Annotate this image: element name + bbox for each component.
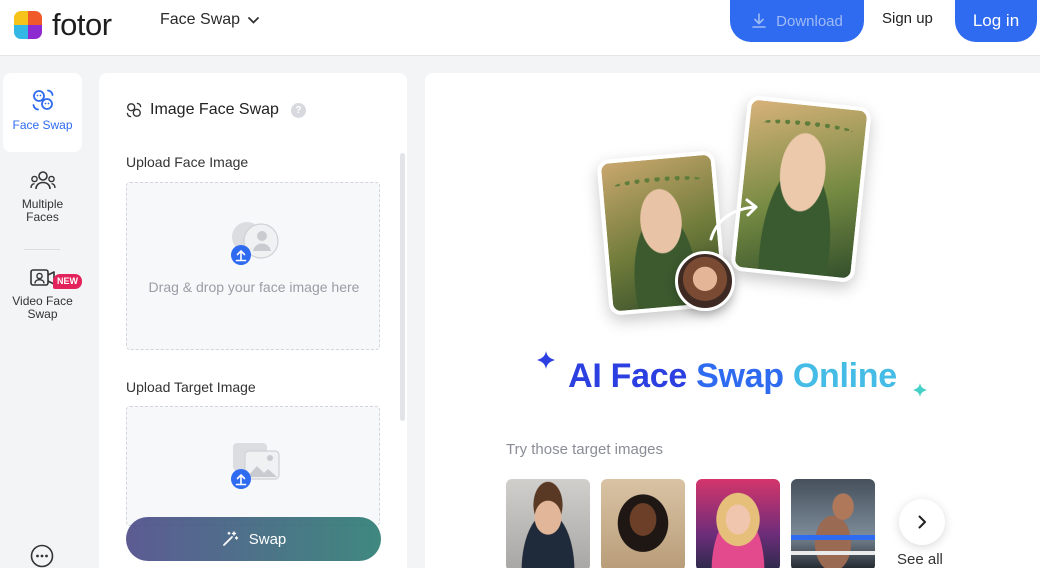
image-upload-icon <box>231 443 280 489</box>
try-targets-label: Try those target images <box>506 441 664 458</box>
rail-item-face-swap[interactable]: Face Swap <box>3 73 82 152</box>
download-button[interactable]: Download <box>730 0 864 42</box>
next-thumbnails-button[interactable] <box>899 499 945 545</box>
download-icon <box>752 13 766 28</box>
swap-button[interactable]: Swap <box>126 517 381 561</box>
logo-text: fotor <box>52 7 112 42</box>
tool-menu-dropdown[interactable]: Face Swap <box>160 10 259 30</box>
target-image-dropzone[interactable] <box>126 406 380 526</box>
rail-label-multiple-faces: Multiple Faces <box>21 197 64 224</box>
top-bar: fotor Face Swap Download Sign up Log in <box>0 0 1040 56</box>
swap-label: Swap <box>248 530 287 548</box>
download-label: Download <box>776 12 843 30</box>
rail-label-video-face-swap: Video Face Swap <box>12 294 73 321</box>
target-thumbnail-3[interactable] <box>696 479 780 568</box>
rail-label-face-swap: Face Swap <box>12 118 73 132</box>
target-thumbnail-2[interactable] <box>601 479 685 568</box>
new-badge: NEW <box>53 274 82 289</box>
main-showcase: AI Face Swap Online Try those target ima… <box>425 73 1040 568</box>
upload-face-label: Upload Face Image <box>126 154 249 170</box>
panel-title-text: Image Face Swap <box>150 101 279 118</box>
panel-title: Image Face Swap ? <box>125 101 306 119</box>
see-all-link[interactable]: See all <box>897 551 943 568</box>
face-dropzone-hint: Drag & drop your face image here <box>148 279 360 295</box>
signup-button[interactable]: Sign up <box>882 10 933 27</box>
arrow-icon <box>709 198 758 241</box>
result-photo <box>730 95 872 283</box>
face-image-dropzone[interactable]: Drag & drop your face image here <box>126 182 380 350</box>
chevron-down-icon <box>248 16 259 24</box>
fotor-logo-icon <box>14 11 42 39</box>
upload-target-label: Upload Target Image <box>126 379 256 395</box>
panel-scrollbar[interactable] <box>400 153 405 421</box>
target-thumbnail-1[interactable] <box>506 479 590 568</box>
headline-part-1: AI Face <box>568 357 697 395</box>
login-button[interactable]: Log in <box>955 0 1037 42</box>
face-swap-icon <box>32 89 53 111</box>
magic-wand-icon <box>222 531 238 546</box>
page-headline: AI Face Swap Online <box>425 357 1040 396</box>
fotor-logo[interactable]: fotor <box>14 7 112 43</box>
rail-item-multiple-faces[interactable]: Multiple Faces <box>3 170 82 234</box>
chevron-right-icon <box>918 515 926 529</box>
source-face-avatar <box>675 251 735 311</box>
headline-part-2: Swap <box>696 357 793 395</box>
rail-divider <box>24 249 60 250</box>
hero-illustration <box>596 95 879 316</box>
target-thumbnails <box>506 479 875 568</box>
tool-rail: Face Swap Multiple Faces NEW Video Face … <box>0 57 84 568</box>
help-icon[interactable]: ? <box>290 102 306 118</box>
face-swap-icon <box>126 102 142 118</box>
target-thumbnail-4[interactable] <box>791 479 875 568</box>
more-icon[interactable] <box>30 544 54 568</box>
multiple-faces-icon <box>29 171 56 190</box>
tool-menu-label: Face Swap <box>160 11 241 28</box>
headline-part-3: Online <box>792 357 897 395</box>
face-swap-panel: Image Face Swap ? Upload Face Image Drag… <box>99 73 407 568</box>
sparkle-icon <box>913 383 927 397</box>
face-upload-icon <box>231 222 279 265</box>
rail-item-video-face-swap[interactable]: NEW Video Face Swap <box>3 267 82 331</box>
